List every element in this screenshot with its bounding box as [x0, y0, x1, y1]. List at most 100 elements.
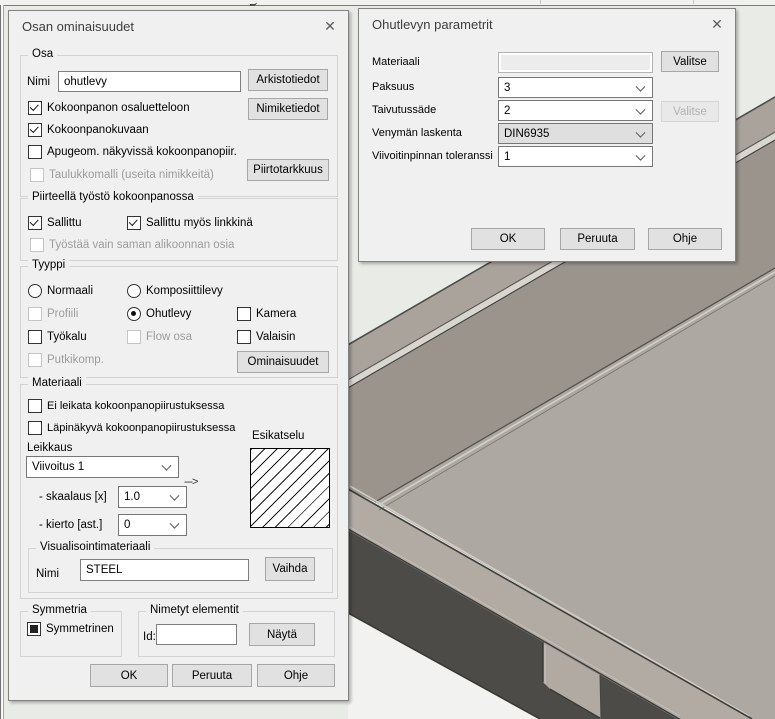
ohje-button[interactable]: Ohje	[648, 228, 722, 250]
nimiketiedot-button[interactable]: Nimiketiedot	[248, 98, 328, 120]
element-id-input[interactable]	[156, 624, 237, 645]
skaalaus-dropdown[interactable]: 1.0	[118, 486, 187, 508]
checkbox-profiili: Profiili	[28, 307, 78, 320]
group-nimetyt-label: Nimetyt elementit	[146, 604, 243, 616]
hatch-preview	[250, 448, 330, 528]
chevron-down-icon	[636, 127, 646, 137]
checkbox-unchecked-icon	[28, 145, 42, 159]
kierto-dropdown[interactable]: 0	[118, 514, 187, 536]
visualization-material-value: STEEL	[86, 564, 122, 576]
radio-normaali[interactable]: Normaali	[28, 284, 93, 297]
material-value	[501, 55, 650, 70]
part-properties-dialog: Osan ominaisuudet ✕ Osa Nimi ohutlevy Ar…	[8, 10, 349, 701]
chevron-down-icon	[636, 104, 646, 114]
close-icon[interactable]: ✕	[709, 16, 725, 32]
radio-icon	[127, 284, 141, 298]
checkbox-ei-leikata[interactable]: Ei leikata kokoonpanopiirustuksessa	[28, 399, 224, 412]
toolbar-glyph-fragment	[250, 0, 257, 6]
chevron-down-icon	[636, 150, 646, 160]
checkbox-osaluettelo[interactable]: Kokoonpanon osaluetteloon	[28, 101, 190, 114]
checkbox-unchecked-icon	[28, 399, 42, 413]
toolbar-separator	[693, 0, 694, 4]
ohje-button[interactable]: Ohje	[257, 664, 335, 687]
checkbox-unchecked-icon	[28, 330, 42, 344]
peruuta-button[interactable]: Peruuta	[172, 664, 252, 687]
bend-radius-dropdown[interactable]: 2	[498, 100, 653, 121]
piirtotarkkuus-button[interactable]: Piirtotarkkuus	[247, 159, 329, 181]
radio-komposiittilevy[interactable]: Komposiittilevy	[127, 284, 223, 297]
id-label: Id:	[143, 631, 156, 643]
radio-ohutlevy[interactable]: Ohutlevy	[127, 307, 191, 320]
checkbox-flow-osa: Flow osa	[127, 330, 192, 343]
checkbox-tyostaa: Työstää vain saman alikoonnan osia	[30, 238, 234, 251]
checkbox-putkikomp: Putkikomp.	[28, 353, 104, 366]
checkbox-unchecked-icon	[237, 330, 251, 344]
dialog-title: Ohutlevyn parametrit	[372, 17, 493, 32]
viivoitus-dropdown[interactable]: Viivoitus 1	[26, 456, 179, 478]
checkbox-kokoonpanokuva[interactable]: Kokoonpanokuvaan	[28, 123, 149, 136]
elongation-dropdown[interactable]: DIN6935	[498, 123, 653, 144]
toolbar-separator	[540, 0, 541, 4]
arkistotiedot-button[interactable]: Arkistotiedot	[248, 69, 328, 91]
checkbox-valaisin[interactable]: Valaisin	[237, 330, 295, 343]
checkbox-taulukkomalli: Taulukkomalli (useita nimikkeitä)	[30, 168, 214, 181]
checkbox-disabled-icon	[28, 307, 42, 321]
group-materiaali-label: Materiaali	[28, 377, 86, 389]
checkbox-disabled-icon	[28, 353, 42, 367]
checkbox-indeterminate-icon	[27, 622, 41, 636]
checkbox-lapinakyva[interactable]: Läpinäkyvä kokoonpanopiirustuksessa	[28, 421, 235, 434]
radio-icon	[28, 284, 42, 298]
checkbox-linkki[interactable]: Sallittu myös linkkinä	[127, 216, 253, 229]
checkbox-checked-icon	[28, 123, 42, 137]
ok-button[interactable]: OK	[90, 664, 168, 687]
leikkaus-label: Leikkaus	[27, 442, 72, 454]
viivoitin-label: Viivoitinpinnan toleranssi	[372, 150, 493, 162]
checkbox-disabled-icon	[127, 330, 141, 344]
part-properties-titlebar[interactable]: Osan ominaisuudet ✕	[9, 11, 348, 41]
checkbox-sallittu[interactable]: Sallittu	[28, 216, 82, 229]
esikatselu-label: Esikatselu	[252, 430, 304, 442]
checkbox-disabled-icon	[30, 168, 44, 182]
part-name-value: ohutlevy	[64, 76, 107, 88]
group-piirre-label: Piirteellä työstö kokoonpanossa	[28, 191, 198, 203]
checkbox-unchecked-icon	[28, 421, 42, 435]
chevron-down-icon	[636, 81, 646, 91]
group-symmetria-label: Symmetria	[28, 604, 91, 616]
ruling-tolerance-dropdown[interactable]: 1	[498, 146, 653, 167]
group-tyyppi-label: Tyyppi	[28, 259, 69, 271]
checkbox-apugeom[interactable]: Apugeom. näkyvissä kokoonpanopiir.	[28, 145, 237, 158]
valitse-radius-button-disabled: Valitse	[661, 101, 719, 122]
checkbox-tyokalu[interactable]: Työkalu	[28, 330, 87, 343]
app-toolbar-remnant	[0, 0, 775, 6]
group-osa-label: Osa	[28, 48, 57, 60]
materiaali-label: Materiaali	[372, 56, 420, 68]
ok-button[interactable]: OK	[471, 228, 545, 250]
valitse-material-button[interactable]: Valitse	[661, 51, 719, 72]
nayta-button[interactable]: Näytä	[249, 623, 315, 646]
group-piirre: Piirteellä työstö kokoonpanossa	[20, 198, 338, 261]
kierto-label: - kierto [ast.]	[39, 519, 102, 531]
taivutussade-label: Taivutussäde	[372, 104, 436, 116]
sheet-metal-titlebar[interactable]: Ohutlevyn parametrit ✕	[359, 9, 735, 39]
close-icon[interactable]: ✕	[322, 18, 338, 34]
peruuta-button[interactable]: Peruuta	[560, 228, 635, 250]
dialog-title: Osan ominaisuudet	[22, 19, 134, 34]
vaihda-button[interactable]: Vaihda	[265, 557, 315, 581]
checkbox-unchecked-icon	[237, 307, 251, 321]
checkbox-checked-icon	[127, 216, 141, 230]
ominaisuudet-button[interactable]: Ominaisuudet	[237, 351, 329, 373]
part-name-input[interactable]: ohutlevy	[58, 71, 241, 92]
checkbox-kamera[interactable]: Kamera	[237, 307, 296, 320]
checkbox-disabled-icon	[30, 238, 44, 252]
checkbox-symmetrinen[interactable]: Symmetrinen	[27, 622, 114, 635]
chevron-down-icon	[170, 491, 180, 501]
material-input[interactable]	[498, 52, 653, 73]
chevron-down-icon	[170, 519, 180, 529]
thickness-dropdown[interactable]: 3	[498, 77, 653, 98]
nimi-label: Nimi	[27, 76, 50, 88]
visualization-material-input[interactable]: STEEL	[80, 559, 249, 581]
venyma-label: Venymän laskenta	[372, 127, 462, 139]
chevron-down-icon	[162, 461, 172, 471]
skaalaus-label: - skaalaus [x]	[39, 491, 107, 503]
paksuus-label: Paksuus	[372, 81, 414, 93]
